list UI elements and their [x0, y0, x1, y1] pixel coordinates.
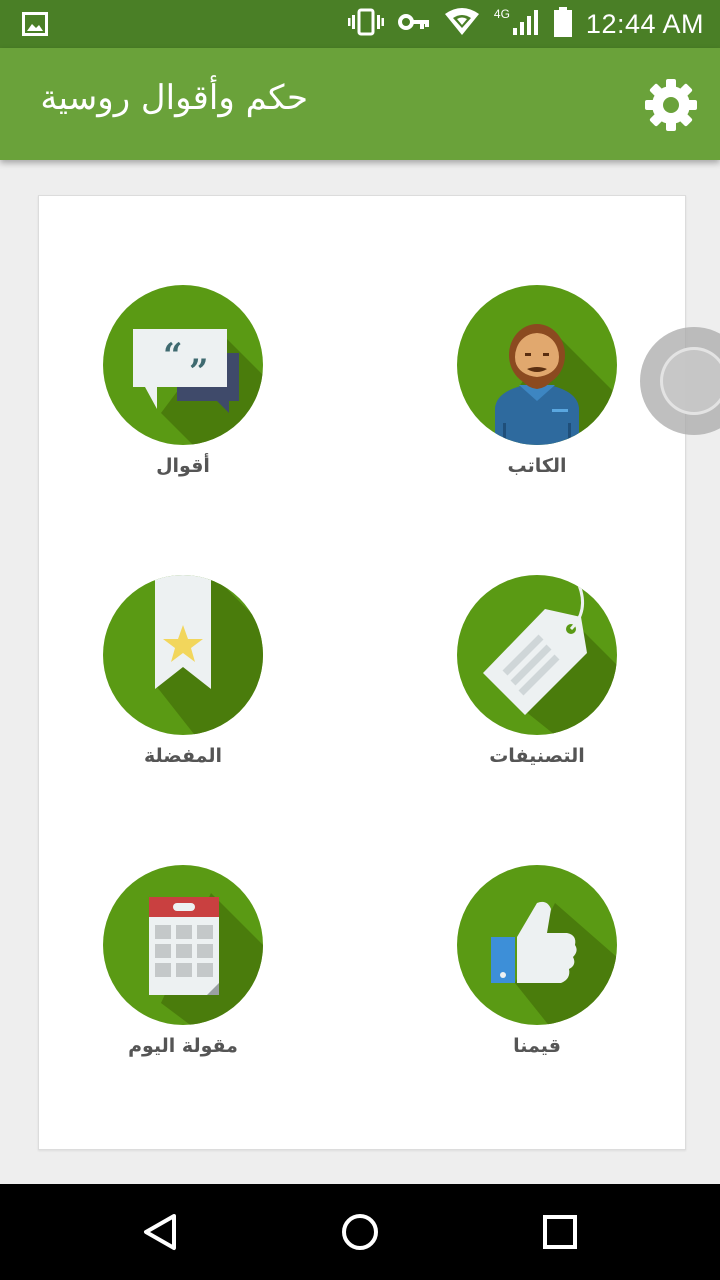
image-icon: [22, 12, 48, 40]
battery-icon: [553, 7, 572, 41]
calendar-icon: [103, 865, 263, 1025]
vpn-key-icon: [397, 12, 430, 36]
menu-item-quotes[interactable]: “ ” أقوال: [73, 283, 293, 523]
quotes-icon: “ ”: [103, 285, 263, 445]
menu-item-label: المفضلة: [143, 745, 223, 767]
wifi-icon: [444, 8, 480, 40]
gear-icon: [645, 79, 697, 131]
svg-text:”: ”: [189, 352, 209, 392]
navigation-bar: [0, 1184, 720, 1280]
back-icon: [144, 1214, 176, 1250]
settings-button[interactable]: [638, 72, 704, 138]
recents-icon: [543, 1215, 577, 1249]
app-bar: حكم وأقوال روسية: [0, 48, 720, 160]
menu-item-label: الكاتب: [507, 455, 567, 477]
menu-item-author[interactable]: الكاتب: [427, 283, 647, 523]
menu-item-categories[interactable]: التصنيفات: [427, 573, 647, 813]
tag-icon: [457, 575, 617, 735]
home-icon: [342, 1214, 378, 1250]
thumbs-up-icon: [457, 865, 617, 1025]
recents-button[interactable]: [530, 1202, 590, 1262]
bookmark-star-icon: [103, 575, 263, 735]
clock: 12:44 AM: [585, 8, 704, 39]
back-button[interactable]: [130, 1202, 190, 1262]
signal-icon: [512, 8, 540, 40]
menu-item-favorites[interactable]: المفضلة: [73, 573, 293, 813]
menu-item-label: التصنيفات: [489, 745, 585, 767]
vibrate-icon: [347, 8, 384, 40]
network-type: 4G: [493, 7, 510, 21]
svg-text:“: “: [163, 336, 183, 376]
menu-item-label: قيمنا: [513, 1035, 561, 1057]
status-bar: 4G 12:44 AM: [0, 0, 720, 48]
home-button[interactable]: [330, 1202, 390, 1262]
menu-card: الكاتب “ ” أقوال التصنيفات المفضلة قيمنا…: [38, 195, 686, 1150]
floating-button-inner: [660, 347, 720, 415]
menu-item-label: أقوال: [156, 455, 210, 477]
page-title: حكم وأقوال روسية: [40, 78, 308, 118]
menu-item-label: مقولة اليوم: [128, 1035, 238, 1057]
menu-item-quote-of-day[interactable]: مقولة اليوم: [73, 863, 293, 1103]
menu-item-rate-us[interactable]: قيمنا: [427, 863, 647, 1103]
author-icon: [457, 285, 617, 445]
